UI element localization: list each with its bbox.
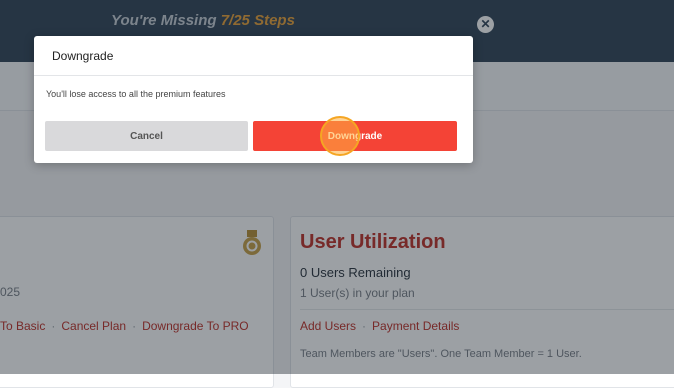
cancel-button[interactable]: Cancel [45, 121, 248, 151]
downgrade-button[interactable]: Downgrade [253, 121, 457, 151]
dialog-message: You'll lose access to all the premium fe… [46, 89, 226, 99]
dialog-header: Downgrade [34, 36, 473, 76]
downgrade-dialog: Downgrade You'll lose access to all the … [34, 36, 473, 163]
dialog-title: Downgrade [52, 49, 114, 63]
